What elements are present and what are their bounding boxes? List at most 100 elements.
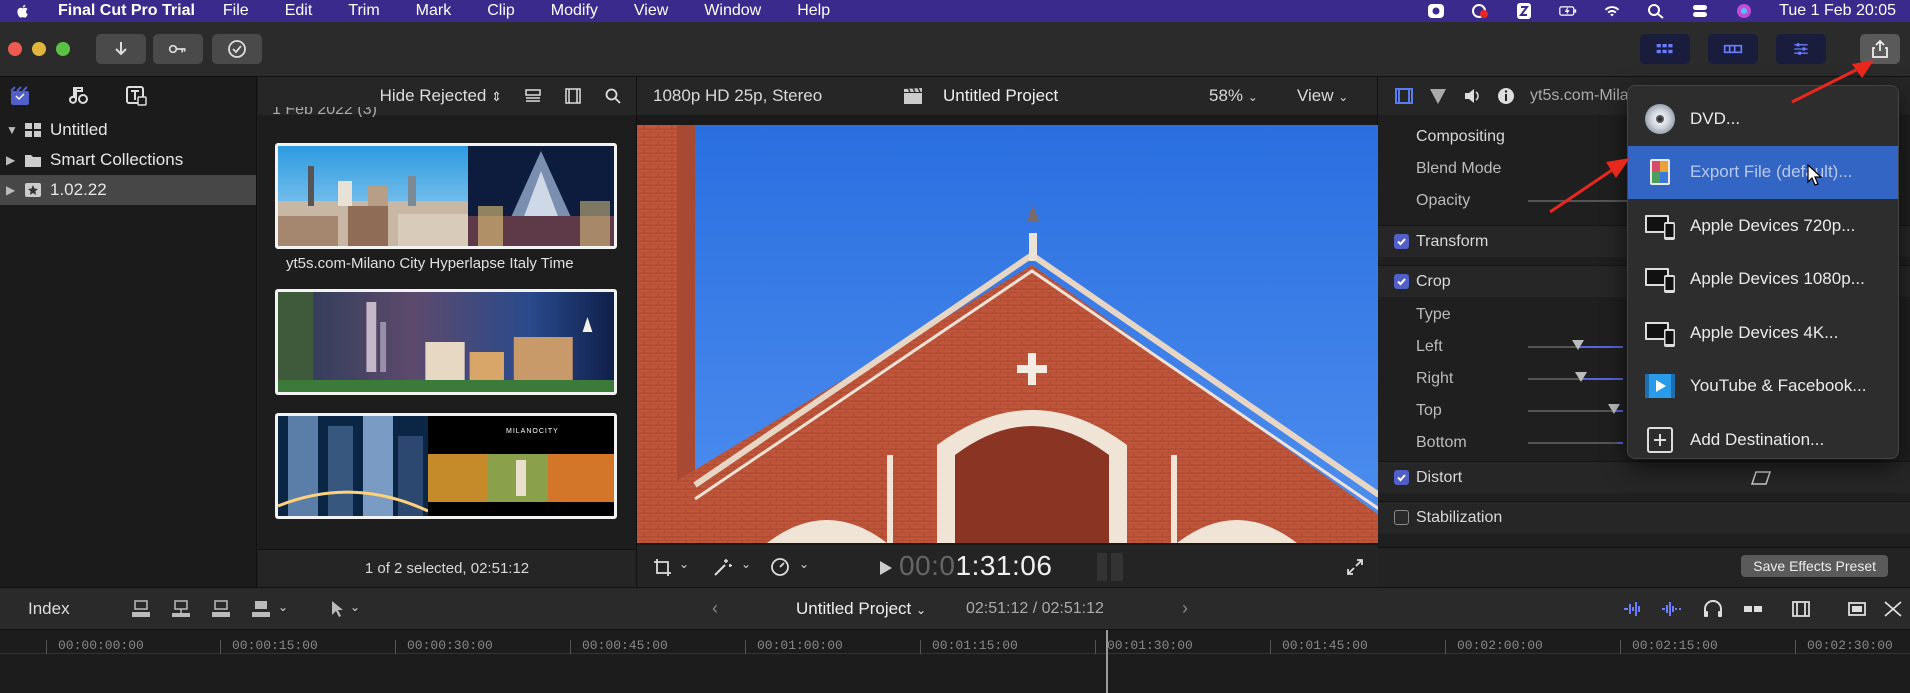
- menu-file[interactable]: File: [223, 2, 249, 20]
- audio-skimming-icon[interactable]: [1622, 599, 1644, 619]
- timeline-ruler[interactable]: 00:00:00:00 00:00:15:00 00:00:30:00 00:0…: [0, 630, 1910, 693]
- transform-tool-icon[interactable]: [653, 557, 675, 577]
- titles-generators-tab-icon[interactable]: [124, 84, 148, 108]
- zoom-menu[interactable]: 58% ⌄: [1209, 86, 1258, 106]
- timeline-project-menu[interactable]: Untitled Project ⌄: [796, 599, 926, 619]
- wifi-icon[interactable]: [1603, 3, 1621, 19]
- clip-appearance-icon[interactable]: [524, 87, 542, 105]
- crop-checkbox[interactable]: [1394, 274, 1409, 289]
- stabilization-checkbox[interactable]: [1394, 510, 1409, 525]
- clip-thumbnail-3[interactable]: MILANOCITY: [275, 413, 617, 519]
- libraries-tab-icon[interactable]: [8, 84, 32, 108]
- screen-record-icon[interactable]: [1471, 3, 1489, 19]
- minimize-window-button[interactable]: [32, 42, 46, 56]
- menu-trim[interactable]: Trim: [348, 2, 379, 20]
- share-menu-item-add-destination[interactable]: Add Destination...: [1628, 413, 1898, 467]
- control-center-icon[interactable]: [1691, 3, 1709, 19]
- chevron-down-icon[interactable]: ⌄: [741, 557, 751, 571]
- zoom-window-button[interactable]: [56, 42, 70, 56]
- retime-speedometer-icon[interactable]: [769, 557, 791, 577]
- inspector-section-stabilization[interactable]: Stabilization: [1378, 501, 1910, 533]
- slider-knob[interactable]: [1572, 340, 1584, 350]
- section-label: Transform: [1416, 232, 1489, 250]
- shortcut-icon[interactable]: [1515, 3, 1533, 19]
- menu-edit[interactable]: Edit: [285, 2, 313, 20]
- siri-icon[interactable]: [1735, 3, 1753, 19]
- record-icon[interactable]: [1427, 3, 1445, 19]
- app-menu[interactable]: Final Cut Pro Trial: [58, 2, 195, 20]
- spotlight-search-icon[interactable]: [1647, 3, 1665, 19]
- disclosure-triangle-icon[interactable]: ▶: [6, 153, 16, 167]
- connect-clip-icon[interactable]: [130, 599, 152, 619]
- fullscreen-icon[interactable]: [1345, 557, 1365, 577]
- chevron-down-icon[interactable]: ⌄: [799, 557, 809, 571]
- clip-thumbnail-1[interactable]: [275, 143, 617, 249]
- distort-onscreen-control-icon[interactable]: [1750, 470, 1772, 486]
- transform-checkbox[interactable]: [1394, 234, 1409, 249]
- skimming-waveform-icon[interactable]: [1660, 599, 1682, 619]
- share-menu-item-apple-1080p[interactable]: Apple Devices 1080p...: [1628, 253, 1898, 307]
- save-effects-preset-button[interactable]: Save Effects Preset: [1741, 555, 1888, 577]
- menu-help[interactable]: Help: [797, 2, 830, 20]
- select-tool-arrow-icon[interactable]: [326, 599, 348, 619]
- hide-rejected-filter[interactable]: Hide Rejected ⇕: [380, 86, 502, 106]
- background-tasks-button[interactable]: [212, 34, 262, 64]
- slider-knob[interactable]: [1575, 372, 1587, 382]
- previous-arrow-icon[interactable]: ‹: [712, 598, 718, 619]
- search-icon[interactable]: [604, 87, 622, 105]
- append-clip-icon[interactable]: [210, 599, 232, 619]
- sidebar-item-untitled-library[interactable]: ▼ Untitled: [0, 115, 256, 145]
- chevron-down-icon[interactable]: ⌄: [350, 600, 360, 614]
- play-icon[interactable]: [879, 560, 893, 576]
- next-arrow-icon[interactable]: ›: [1182, 598, 1188, 619]
- crop-left-slider[interactable]: [1528, 340, 1623, 350]
- share-menu-item-apple-4k[interactable]: Apple Devices 4K...: [1628, 306, 1898, 360]
- overwrite-clip-icon[interactable]: [250, 599, 272, 619]
- timeline-index-icon[interactable]: [1846, 599, 1868, 619]
- headphones-solo-icon[interactable]: [1702, 599, 1724, 619]
- playhead[interactable]: [1106, 630, 1108, 693]
- show-browser-button[interactable]: [1640, 34, 1690, 64]
- slider-knob[interactable]: [1608, 404, 1620, 414]
- battery-icon[interactable]: [1559, 3, 1577, 19]
- close-window-button[interactable]: [8, 42, 22, 56]
- disclosure-triangle-icon[interactable]: ▼: [6, 123, 18, 137]
- effects-browser-icon[interactable]: [1882, 599, 1904, 619]
- menu-window[interactable]: Window: [704, 2, 761, 20]
- index-button[interactable]: Index: [28, 599, 70, 619]
- share-menu-item-youtube-facebook[interactable]: YouTube & Facebook...: [1628, 360, 1898, 414]
- view-menu[interactable]: View ⌄: [1297, 86, 1348, 106]
- crop-bottom-slider[interactable]: [1528, 442, 1623, 444]
- color-inspector-tab-icon[interactable]: [1428, 86, 1448, 106]
- audio-inspector-tab-icon[interactable]: [1462, 86, 1482, 106]
- menu-clip[interactable]: Clip: [487, 2, 515, 20]
- info-inspector-tab-icon[interactable]: [1496, 86, 1516, 106]
- show-timeline-button[interactable]: [1708, 34, 1758, 64]
- import-button[interactable]: [96, 34, 146, 64]
- disclosure-triangle-icon[interactable]: ▶: [6, 183, 16, 197]
- distort-checkbox[interactable]: [1394, 470, 1409, 485]
- clip-appearance-filmstrip-icon[interactable]: [1790, 599, 1812, 619]
- crop-right-slider[interactable]: [1528, 372, 1623, 382]
- sidebar-item-event[interactable]: ▶ 1.02.22: [0, 175, 256, 205]
- apple-logo-icon[interactable]: [12, 3, 34, 19]
- video-inspector-tab-icon[interactable]: [1394, 86, 1414, 106]
- crop-top-slider[interactable]: [1528, 404, 1623, 414]
- clock[interactable]: Tue 1 Feb 20:05: [1779, 2, 1896, 20]
- menu-mark[interactable]: Mark: [416, 2, 452, 20]
- menu-modify[interactable]: Modify: [551, 2, 598, 20]
- filmstrip-view-icon[interactable]: [564, 87, 582, 105]
- clip-thumbnail-2[interactable]: [275, 289, 617, 395]
- photos-audio-tab-icon[interactable]: [66, 84, 90, 108]
- chevron-down-icon[interactable]: ⌄: [278, 600, 288, 614]
- sidebar-item-smart-collections[interactable]: ▶ Smart Collections: [0, 145, 256, 175]
- enhance-wand-icon[interactable]: [711, 557, 733, 577]
- snapping-icon[interactable]: [1742, 599, 1764, 619]
- share-menu-item-export-file[interactable]: Export File (default)...: [1628, 145, 1898, 199]
- share-menu-item-apple-720p[interactable]: Apple Devices 720p...: [1628, 199, 1898, 253]
- keywords-button[interactable]: [153, 34, 203, 64]
- chevron-down-icon[interactable]: ⌄: [679, 557, 689, 571]
- menu-view[interactable]: View: [634, 2, 668, 20]
- timecode-display[interactable]: 00:01:31:06: [899, 550, 1052, 582]
- insert-clip-icon[interactable]: [170, 599, 192, 619]
